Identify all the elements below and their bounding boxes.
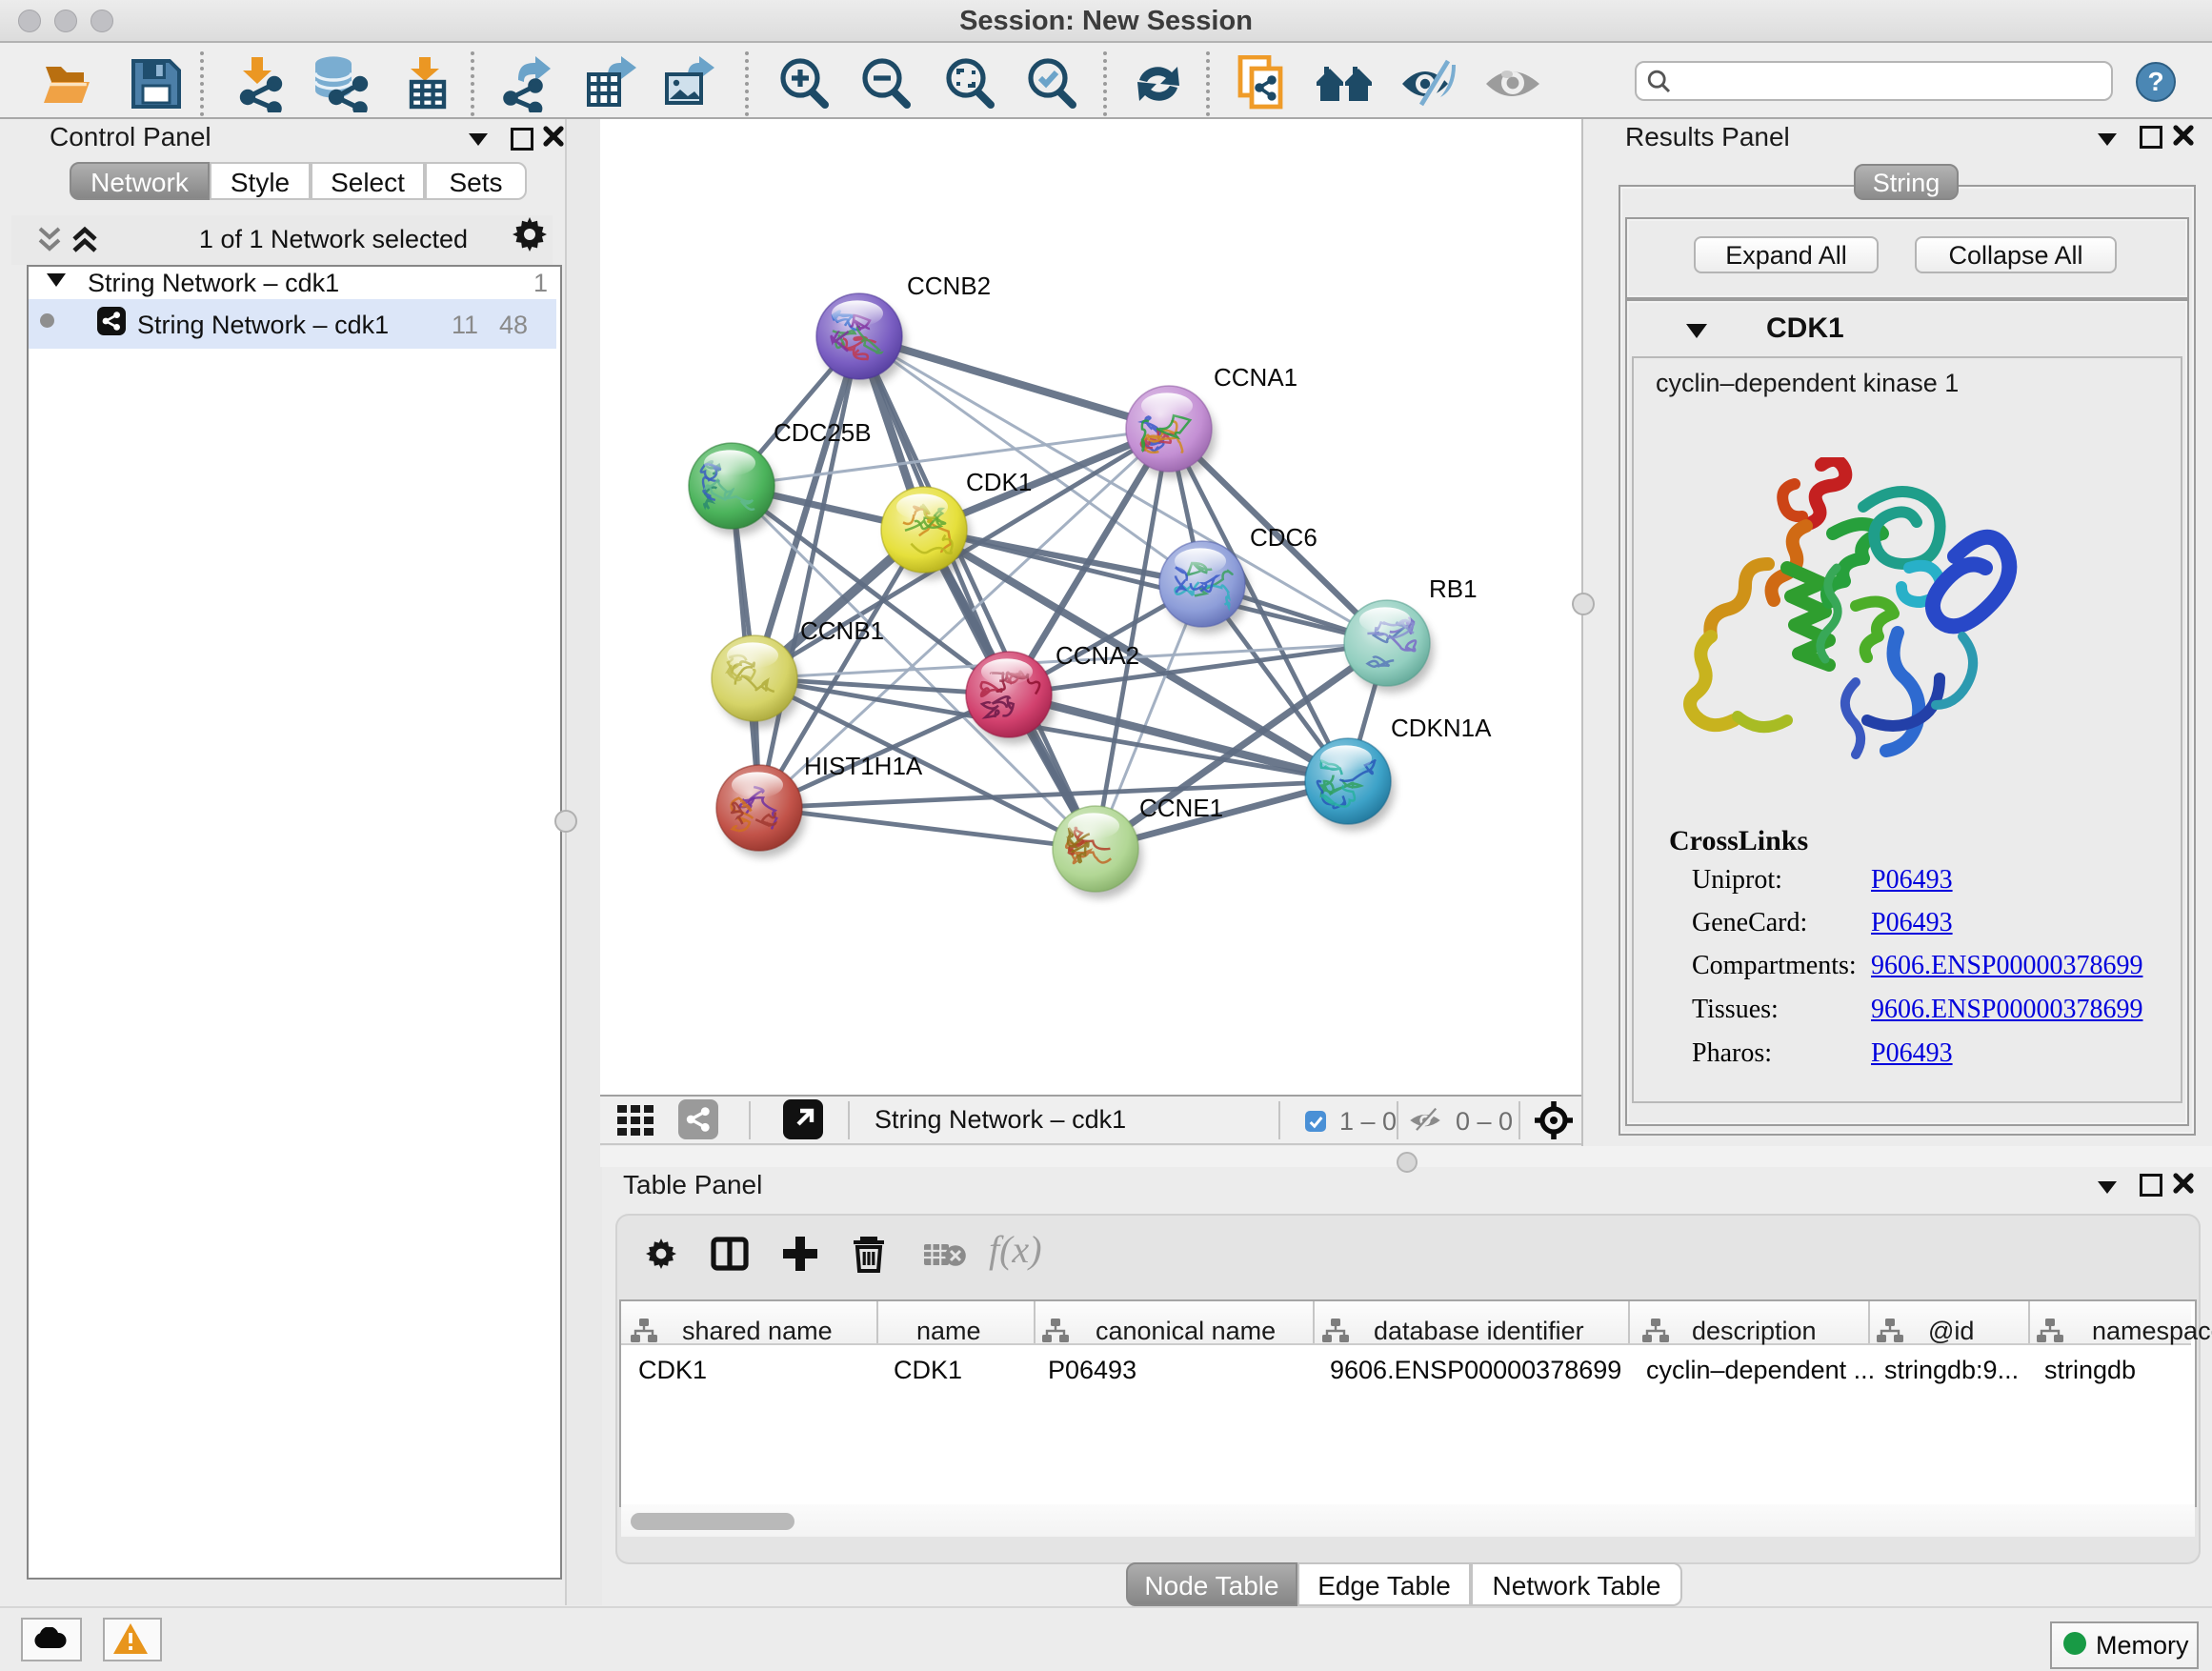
svg-text:CDC25B: CDC25B	[774, 418, 872, 447]
svg-text:CCNB1: CCNB1	[800, 616, 884, 645]
svg-text:CDKN1A: CDKN1A	[1391, 714, 1492, 742]
svg-text:CDK1: CDK1	[966, 468, 1032, 496]
svg-text:CCNA1: CCNA1	[1214, 363, 1297, 392]
svg-text:CCNB2: CCNB2	[907, 272, 991, 300]
svg-text:CDC6: CDC6	[1250, 523, 1317, 552]
svg-text:RB1: RB1	[1429, 574, 1478, 603]
svg-text:CCNE1: CCNE1	[1139, 794, 1223, 822]
svg-text:HIST1H1A: HIST1H1A	[804, 752, 923, 780]
svg-text:CCNA2: CCNA2	[1056, 641, 1139, 670]
